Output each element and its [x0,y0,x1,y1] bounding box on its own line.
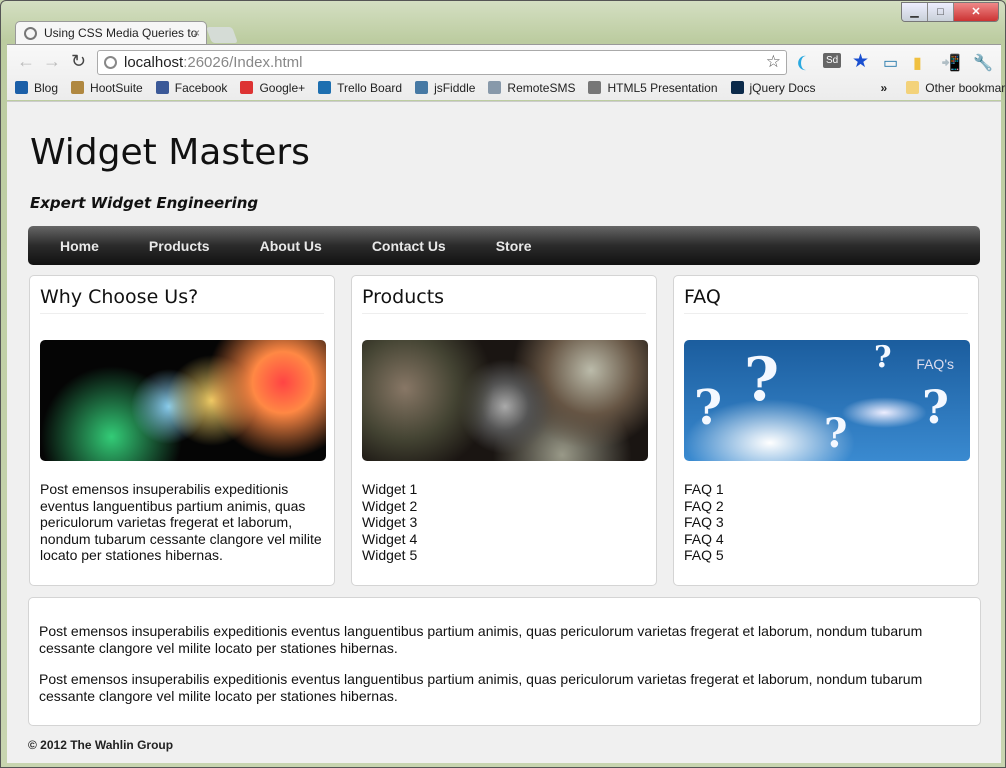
bookmark-jsfiddle[interactable]: jsFiddle [415,81,475,95]
product-item: Widget 3 [362,514,418,530]
faq-image: ? ? ? ? ? FAQ's [684,340,970,461]
gears-image [362,340,648,461]
bokeh-image [40,340,326,461]
bookmark-jquery-docs[interactable]: jQuery Docs [730,81,816,95]
reload-icon[interactable]: ↻ [71,51,86,72]
notes-extension-icon[interactable]: ▮ [913,53,922,73]
faq-item: FAQ 4 [684,530,724,547]
bookmark-label: HootSuite [90,81,143,95]
box-title: FAQ [684,286,968,314]
phone-extension-icon[interactable]: 📲 [941,53,961,73]
page-content: Widget Masters Expert Widget Engineering… [7,101,1001,763]
bookmark-hootsuite[interactable]: HootSuite [71,81,143,95]
product-item: Widget 1 [362,481,418,497]
bookmark-icon [71,81,85,94]
jquery-extension-icon[interactable]: ❨ [795,53,808,73]
browser-window: ▁ □ ✕ Using CSS Media Queries to × ← → ↻… [0,0,1006,768]
box-title: Why Choose Us? [40,286,324,314]
question-mark-shape: ? [874,340,892,375]
forward-icon[interactable]: → [43,51,61,72]
star-extension-icon[interactable]: ★ [852,50,869,73]
minimize-button[interactable]: ▁ [902,3,928,21]
main-menu: Home Products About Us Contact Us Store [28,226,980,265]
paragraph: Post emensos insuperabilis expeditionis … [39,671,923,704]
globe-icon [24,27,37,40]
faq-box: FAQ ? ? ? ? ? FAQ's FAQ 1 FAQ 2 FAQ 3 FA… [673,275,979,586]
bookmark-trello[interactable]: Trello Board [318,81,402,95]
url-path: :26026/Index.html [183,54,303,71]
bookmark-label: HTML5 Presentation [607,81,718,95]
other-bookmarks-label: Other bookmarks [925,81,1006,95]
url-host: localhost [124,54,184,71]
new-tab-button[interactable] [206,27,238,43]
screen-capture-icon[interactable]: ▭ [883,53,898,73]
product-list: Widget 1 Widget 2 Widget 3 Widget 4 Widg… [362,481,646,564]
menu-contact-us[interactable]: Contact Us [372,226,446,265]
site-title: Widget Masters [30,132,310,173]
bookmark-icon [155,81,169,94]
products-box: Products Widget 1 Widget 2 Widget 3 Widg… [351,275,657,586]
bookmark-blog[interactable]: Blog [15,81,58,95]
menu-products[interactable]: Products [149,226,210,265]
box-text: Post emensos insuperabilis expeditionis … [40,481,322,563]
bookmark-icon [730,81,744,94]
window-controls: ▁ □ ✕ [901,2,999,22]
question-mark-shape: ? [694,380,723,436]
bookmark-label: RemoteSMS [507,81,576,95]
menu-about-us[interactable]: About Us [260,226,322,265]
bookmark-icon [415,81,429,94]
back-icon[interactable]: ← [17,51,35,72]
bookmark-icon [240,81,254,94]
close-window-button[interactable]: ✕ [954,3,998,21]
footer: © 2012 The Wahlin Group [28,738,174,752]
bookmark-star-icon[interactable]: ☆ [766,52,781,72]
product-item: Widget 5 [362,547,418,563]
faq-item: FAQ 2 [684,497,724,514]
bookmark-label: Facebook [174,81,228,95]
bookmark-label: Blog [34,81,59,95]
bookmark-html5[interactable]: HTML5 Presentation [588,81,718,95]
browser-tab[interactable]: Using CSS Media Queries to × [15,21,207,45]
bookmark-icon [15,81,28,94]
other-bookmarks[interactable]: Other bookmarks [906,81,1006,95]
question-mark-shape: ? [922,380,949,434]
sd-extension-icon[interactable]: Sd [823,53,842,68]
menu-store[interactable]: Store [496,226,532,265]
bookmark-label: jsFiddle [434,81,476,95]
bookmark-remotesms[interactable]: RemoteSMS [488,81,575,95]
paragraph: Post emensos insuperabilis expeditionis … [39,623,923,656]
bookmark-googleplus[interactable]: Google+ [240,81,305,95]
bookmark-icon [318,81,332,94]
faq-item: FAQ 1 [684,481,724,497]
site-tagline: Expert Widget Engineering [30,194,259,212]
menu-home[interactable]: Home [60,226,99,265]
tab-title: Using CSS Media Queries to [44,26,198,40]
bookmark-label: Google+ [259,81,306,95]
page-icon [104,56,117,69]
close-tab-icon[interactable]: × [193,26,200,40]
product-item: Widget 4 [362,530,418,547]
browser-toolbar: ← → ↻ localhost:26026/Index.html ☆ ❨ Sd … [7,44,1006,100]
bookmark-label: Trello Board [337,81,403,95]
folder-icon [906,81,920,94]
faq-item: FAQ 5 [684,547,724,563]
content-section: Post emensos insuperabilis expeditionis … [28,597,981,726]
box-title: Products [362,286,646,314]
bookmarks-overflow-button[interactable]: » [881,81,888,95]
bookmarks-bar: Blog HootSuite Facebook Google+ Trello B… [15,81,1006,95]
wrench-icon[interactable]: 🔧 [973,53,993,73]
question-mark-shape: ? [744,345,780,415]
why-choose-us-box: Why Choose Us? Post emensos insuperabili… [29,275,335,586]
bookmark-label: jQuery Docs [749,81,816,95]
address-bar[interactable]: localhost:26026/Index.html ☆ [97,50,787,75]
faq-image-label: FAQ's [916,356,954,372]
maximize-button[interactable]: □ [928,3,954,21]
product-item: Widget 2 [362,497,418,514]
bookmark-icon [588,81,602,94]
faq-item: FAQ 3 [684,514,724,530]
bookmark-icon [488,81,502,94]
bookmark-facebook[interactable]: Facebook [155,81,228,95]
question-mark-shape: ? [824,410,848,457]
faq-list: FAQ 1 FAQ 2 FAQ 3 FAQ 4 FAQ 5 [684,481,968,564]
